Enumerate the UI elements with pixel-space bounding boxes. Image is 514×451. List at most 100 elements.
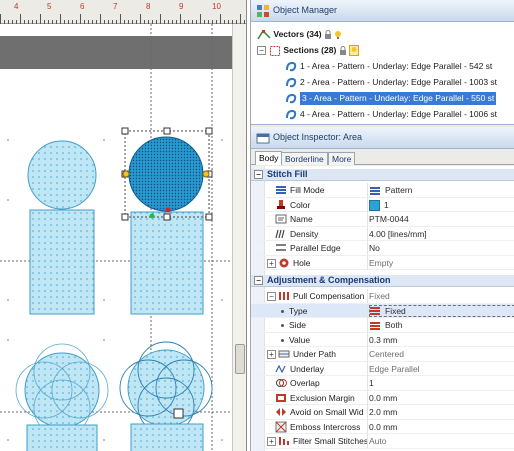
property-row[interactable]: Avoid on Small Wid 2.0 mm	[251, 405, 514, 420]
figure-bottom-left[interactable]	[15, 343, 109, 451]
property-row[interactable]: + Hole Empty	[251, 255, 514, 270]
property-row[interactable]: Side Both	[251, 318, 514, 333]
property-value-cell[interactable]: Empty	[369, 256, 514, 270]
area-object-icon	[286, 109, 297, 119]
tab-borderline[interactable]: Borderline	[281, 152, 328, 165]
figure-top-left[interactable]	[27, 140, 97, 315]
property-name-cell: Name	[251, 212, 367, 226]
category-stitch-fill-title: Stitch Fill	[267, 169, 308, 179]
sections-expander[interactable]: −	[257, 46, 266, 55]
property-value-cell[interactable]: 0.0 mm	[369, 391, 514, 405]
property-name: Hole	[293, 257, 311, 268]
right-dock: Object Manager Vectors (34) − Sections (…	[250, 0, 514, 451]
bullet-icon	[281, 309, 284, 313]
vertical-scrollbar[interactable]	[232, 24, 246, 451]
tree-row-section-item[interactable]: 2 - Area - Pattern - Underlay: Edge Para…	[285, 76, 497, 89]
property-value: 1	[369, 378, 374, 388]
property-value-cell[interactable]: PTM-0044	[369, 212, 514, 226]
property-value: Both	[385, 320, 403, 330]
property-row[interactable]: Fill Mode Pattern	[251, 183, 514, 198]
property-expander[interactable]: +	[267, 258, 276, 268]
property-value-cell[interactable]: Pattern	[369, 183, 514, 197]
property-row[interactable]: Parallel Edge No	[251, 241, 514, 256]
property-row[interactable]: Value 0.3 mm	[251, 332, 514, 347]
design-canvas[interactable]: 4 5 6 7 8 9 10	[0, 0, 247, 451]
pattern-value-icon	[370, 186, 380, 195]
property-row[interactable]: Name PTM-0044	[251, 212, 514, 227]
property-expander[interactable]: +	[267, 350, 276, 359]
bulb-icon[interactable]	[334, 30, 342, 40]
property-value: 1	[384, 199, 389, 210]
property-row[interactable]: Type Fixed	[251, 303, 514, 318]
property-grid[interactable]: − Stitch Fill Fill Mode Pattern Color 1 Name…	[251, 166, 514, 451]
vectors-icon	[257, 29, 271, 40]
property-value-cell[interactable]: 1	[369, 198, 514, 212]
lock-icon[interactable]	[339, 45, 347, 56]
tree-row-sections[interactable]: Sections (28)	[269, 44, 360, 57]
property-name-cell: Parallel Edge	[251, 241, 367, 255]
property-value-cell[interactable]: No	[369, 241, 514, 255]
vectors-label: Vectors (34)	[273, 29, 322, 39]
color-icon	[277, 199, 285, 209]
section-item-label: 5 - Area - Pattern - Underlay: Edge Para…	[300, 124, 492, 125]
object-manager-header[interactable]: Object Manager	[251, 0, 514, 22]
property-expander[interactable]: +	[267, 437, 276, 446]
property-value-cell[interactable]: Fixed	[369, 289, 514, 303]
property-value-cell[interactable]: Edge Parallel	[369, 362, 514, 376]
figure-top-right-selected[interactable]	[121, 127, 213, 315]
property-value-cell[interactable]: Auto	[369, 434, 514, 448]
property-name: Overlap	[290, 378, 320, 388]
object-inspector-title: Object Inspector: Area	[273, 132, 363, 142]
property-value: 4.00 [lines/mm]	[369, 228, 427, 239]
property-value-cell[interactable]: 1	[369, 376, 514, 390]
property-name: Value	[289, 334, 311, 345]
tree-row-section-item[interactable]: 5 - Area - Pattern - Underlay: Edge Para…	[285, 124, 492, 125]
category-stitch-fill[interactable]: − Stitch Fill	[251, 169, 514, 181]
object-manager-tree[interactable]: Vectors (34) − Sections (28) 1 - Area - …	[251, 22, 514, 125]
property-value-cell[interactable]: 4.00 [lines/mm]	[369, 227, 514, 241]
property-row[interactable]: Overlap 1	[251, 376, 514, 391]
property-value-cell[interactable]: 2.0 mm	[369, 405, 514, 419]
property-name-cell: Side	[251, 318, 367, 332]
figure-bottom-right[interactable]	[119, 341, 213, 451]
tree-row-section-item[interactable]: 3 - Area - Pattern - Underlay: Edge Para…	[285, 92, 497, 105]
property-value-cell[interactable]: 0.3 mm	[369, 333, 514, 347]
property-value: Centered	[369, 349, 404, 359]
property-row[interactable]: − Pull Compensation Fixed	[251, 289, 514, 304]
category-adjustment[interactable]: − Adjustment & Compensation	[251, 275, 514, 287]
color-swatch[interactable]	[369, 199, 380, 211]
property-value-cell[interactable]: Centered	[369, 347, 514, 361]
adjustment-expander[interactable]: −	[254, 276, 263, 285]
tree-row-section-item[interactable]: 1 - Area - Pattern - Underlay: Edge Para…	[285, 60, 492, 73]
property-name-cell: Fill Mode	[251, 183, 367, 197]
property-row[interactable]: Underlay Edge Parallel	[251, 361, 514, 376]
tree-row-vectors[interactable]: Vectors (34)	[257, 28, 342, 41]
property-row[interactable]: Exclusion Margin 0.0 mm	[251, 390, 514, 405]
tab-more[interactable]: More	[328, 152, 356, 165]
bulb-highlight-icon[interactable]	[349, 45, 360, 57]
property-row[interactable]: Density 4.00 [lines/mm]	[251, 226, 514, 241]
property-value-cell[interactable]: 0.0 mm	[369, 420, 514, 434]
property-name: Emboss Intercross	[290, 421, 361, 432]
property-row[interactable]: Emboss Intercross 0.0 mm	[251, 419, 514, 434]
property-value: Pattern	[385, 185, 413, 195]
property-value-cell[interactable]: Both	[369, 318, 514, 332]
parallel-edge-icon	[276, 244, 286, 251]
tab-body[interactable]: Body	[255, 151, 283, 165]
section-item-label: 2 - Area - Pattern - Underlay: Edge Para…	[300, 77, 498, 87]
property-row[interactable]: + Filter Small Stitches Auto	[251, 434, 514, 449]
property-expander[interactable]: −	[267, 292, 276, 301]
area-object-icon	[286, 61, 297, 71]
property-row[interactable]: + Under Path Centered	[251, 347, 514, 362]
property-name-cell: + Under Path	[251, 347, 367, 361]
object-inspector-header[interactable]: Object Inspector: Area	[251, 127, 514, 149]
lock-icon[interactable]	[324, 29, 332, 40]
property-value: PTM-0044	[369, 214, 409, 224]
tree-row-section-item[interactable]: 4 - Area - Pattern - Underlay: Edge Para…	[285, 108, 497, 121]
stitch-fill-expander[interactable]: −	[254, 170, 263, 179]
property-row[interactable]: Color 1	[251, 197, 514, 212]
property-name-cell: − Pull Compensation	[251, 289, 367, 303]
value-editor-focus[interactable]	[369, 304, 514, 317]
pull-compensation-icon	[279, 292, 289, 300]
scrollbar-thumb[interactable]	[235, 344, 245, 374]
